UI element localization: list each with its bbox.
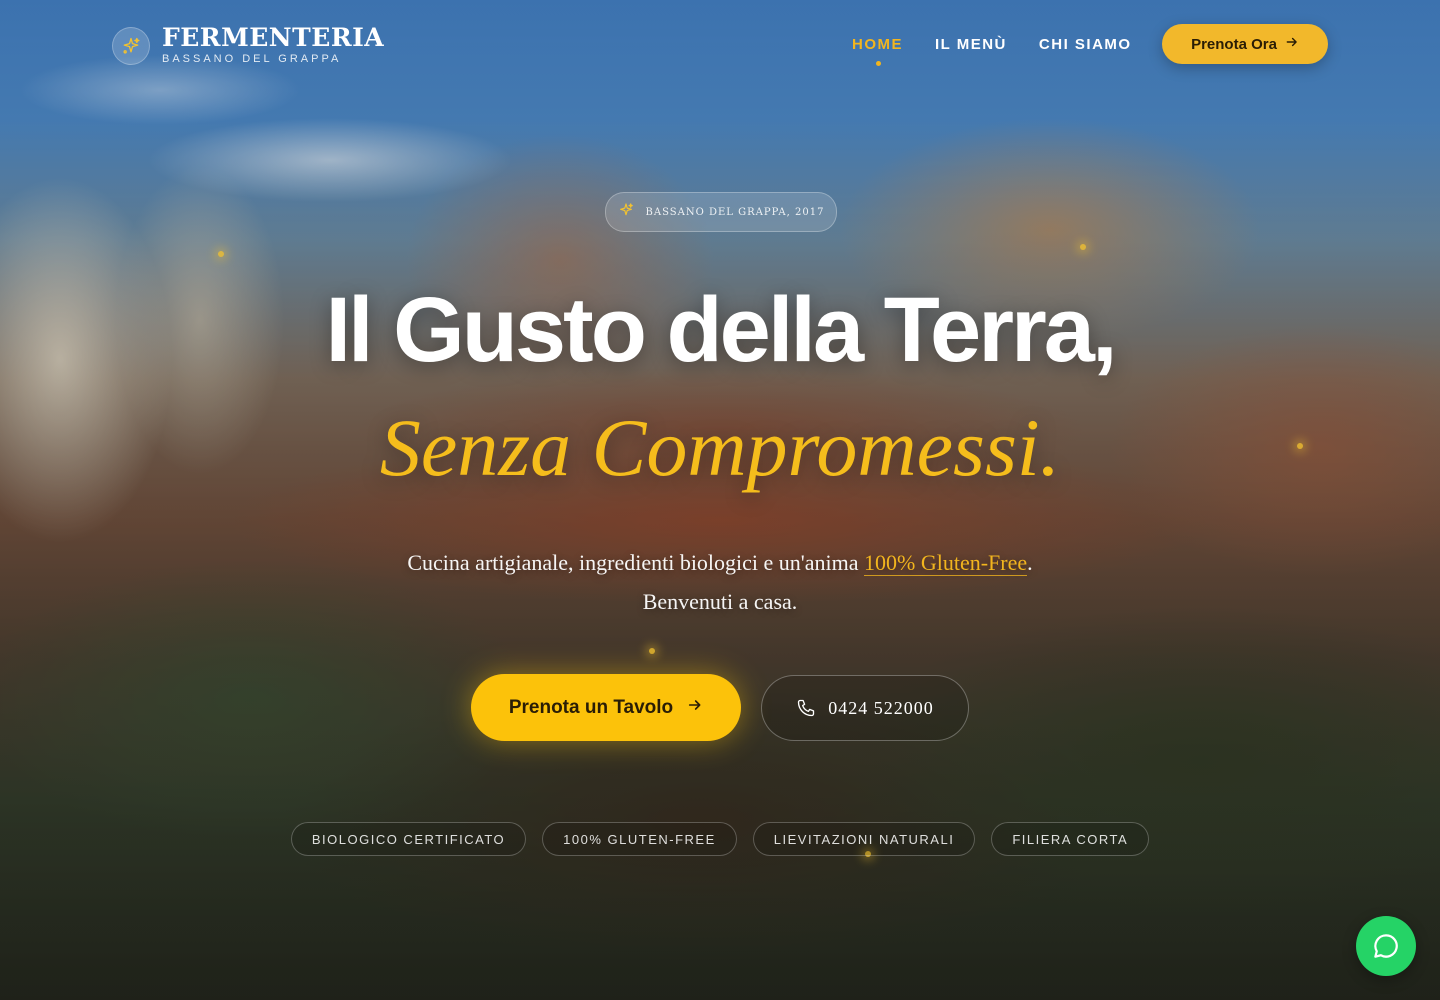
hero-title: Il Gusto della Terra, bbox=[325, 279, 1117, 381]
arrow-right-icon bbox=[687, 697, 703, 718]
feature-chip-organic: BIOLOGICO CERTIFICATO bbox=[290, 822, 527, 856]
sparkles-icon bbox=[112, 26, 150, 65]
brand-name: FERMENTERIA bbox=[162, 23, 385, 52]
nav-item-about[interactable]: CHI SIAMO bbox=[1039, 36, 1132, 53]
badge-text: BASSANO DEL GRAPPA, 2017 bbox=[645, 206, 825, 218]
feature-chips: BIOLOGICO CERTIFICATO 100% GLUTEN-FREE L… bbox=[0, 822, 1440, 856]
hero-subtitle: Cucina artigianale, ingredienti biologic… bbox=[0, 543, 1440, 621]
hero-title-accent: Senza Compromessi. bbox=[379, 402, 1061, 493]
book-table-button[interactable]: Prenota un Tavolo bbox=[471, 674, 741, 741]
subtitle-welcome: Benvenuti a casa. bbox=[642, 589, 798, 614]
subtitle-period: . bbox=[1027, 550, 1033, 575]
sparkles-icon bbox=[618, 202, 634, 222]
phone-button[interactable]: 0424 522000 bbox=[761, 675, 969, 741]
nav-item-menu[interactable]: IL MENÙ bbox=[935, 36, 1007, 53]
feature-chip-short-supply: FILIERA CORTA bbox=[991, 822, 1150, 856]
sparkle-particle bbox=[1080, 244, 1086, 250]
chat-bubble-icon bbox=[1371, 931, 1401, 961]
site-header: FERMENTERIA BASSANO DEL GRAPPA HOME IL M… bbox=[0, 0, 1440, 88]
founded-badge: BASSANO DEL GRAPPA, 2017 bbox=[605, 192, 837, 232]
hero-page: FERMENTERIA BASSANO DEL GRAPPA HOME IL M… bbox=[0, 0, 1440, 1000]
gluten-free-highlight: 100% Gluten-Free bbox=[864, 550, 1028, 576]
nav-item-home[interactable]: HOME bbox=[852, 36, 903, 66]
phone-icon bbox=[796, 698, 816, 718]
feature-chip-natural-leavening: LIEVITAZIONI NATURALI bbox=[752, 822, 976, 856]
sparkle-particle bbox=[649, 648, 655, 654]
book-table-label: Prenota un Tavolo bbox=[508, 696, 674, 718]
book-now-label: Prenota Ora bbox=[1191, 35, 1277, 53]
main-nav: HOME IL MENÙ CHI SIAMO bbox=[852, 36, 1164, 66]
brand-subtitle: BASSANO DEL GRAPPA bbox=[162, 53, 342, 65]
brand-logo[interactable]: FERMENTERIA BASSANO DEL GRAPPA bbox=[112, 23, 385, 65]
book-now-button[interactable]: Prenota Ora bbox=[1162, 24, 1328, 64]
sparkle-particle bbox=[218, 251, 224, 257]
arrow-right-icon bbox=[1285, 35, 1299, 54]
whatsapp-chat-button[interactable] bbox=[1356, 916, 1416, 976]
phone-number: 0424 522000 bbox=[828, 697, 934, 718]
feature-chip-gluten-free: 100% GLUTEN-FREE bbox=[542, 822, 737, 856]
subtitle-text: Cucina artigianale, ingredienti biologic… bbox=[407, 550, 865, 575]
